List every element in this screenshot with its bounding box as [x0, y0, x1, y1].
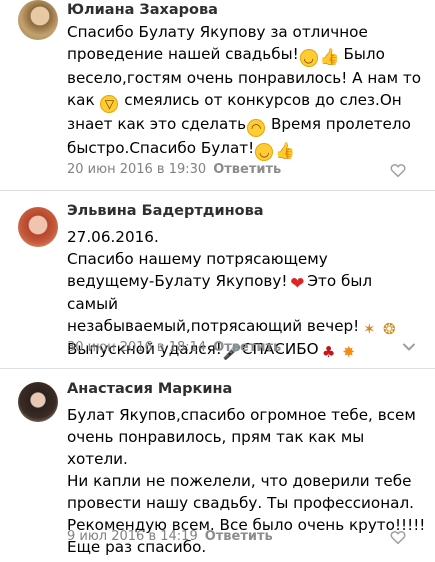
comment-date[interactable]: 9 июл 2016 в 14:19 — [67, 529, 198, 544]
chevron-down-icon[interactable] — [401, 339, 417, 355]
comment-item: Анастасия Маркина Булат Якупов,спасибо о… — [0, 369, 435, 562]
thumbs-up-icon: 👍 — [275, 141, 296, 160]
author-name[interactable]: Юлиана Захарова — [67, 2, 218, 18]
author-name[interactable]: Анастасия Маркина — [67, 381, 232, 397]
avatar[interactable] — [18, 0, 58, 40]
comments-list: Юлиана Захарова Спасибо Булату Якупову з… — [0, 0, 435, 562]
like-heart-icon[interactable] — [389, 528, 407, 546]
avatar[interactable] — [18, 207, 58, 247]
comment-date[interactable]: 20 июн 2016 в 19:30 — [67, 162, 206, 177]
reply-button[interactable]: Ответить — [213, 162, 281, 177]
comment-text: Спасибо Булату Якупову за отличное прове… — [67, 23, 422, 161]
thumbs-up-icon: 👍 — [319, 47, 340, 66]
reply-button[interactable]: Ответить — [205, 529, 273, 544]
reply-button[interactable]: Ответить — [213, 340, 281, 355]
comment-item: Юлиана Захарова Спасибо Булату Якупову з… — [0, 0, 435, 191]
party-popper-icon: ✶ — [362, 320, 376, 338]
dancer-icon: ♣ — [321, 343, 336, 361]
comment-meta: 9 июл 2016 в 14:19 Ответить — [67, 529, 273, 544]
comment-item: Эльвина Бадертдинова 27.06.2016. Спасибо… — [0, 191, 435, 369]
like-heart-icon[interactable] — [389, 161, 407, 179]
avatar[interactable] — [18, 382, 58, 422]
comment-meta: 30 июн 2016 в 18:14 Ответить — [67, 340, 281, 355]
comment-meta: 20 июн 2016 в 19:30 Ответить — [67, 162, 281, 177]
collision-icon: ✸ — [342, 343, 355, 361]
comment-date[interactable]: 30 июн 2016 в 18:14 — [67, 340, 206, 355]
smile-icon: ◡ — [255, 143, 274, 161]
author-name[interactable]: Эльвина Бадертдинова — [67, 203, 264, 219]
confetti-icon: ❂ — [382, 320, 396, 338]
wink-icon: ◠ — [247, 119, 266, 137]
smile-icon: ◡ — [299, 49, 318, 67]
laughing-icon: ▽ — [100, 95, 119, 113]
heart-icon: ❤ — [290, 274, 305, 294]
